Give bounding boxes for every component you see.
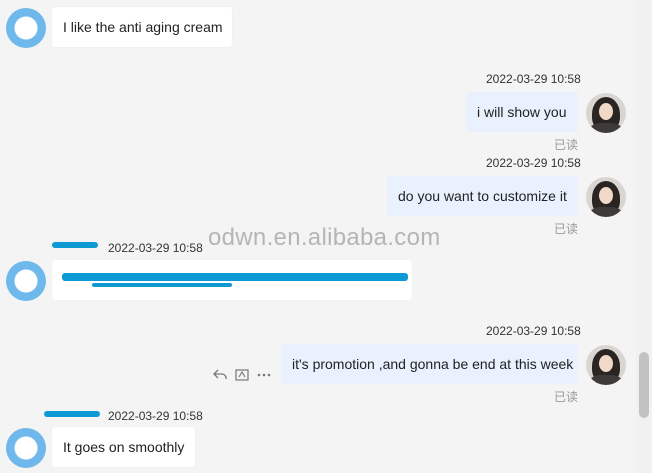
message-text: I like the anti aging cream — [63, 19, 223, 35]
user-avatar[interactable] — [586, 345, 626, 385]
watermark: odwn.en.alibaba.com — [208, 224, 441, 251]
message-text: i will show you — [477, 104, 567, 120]
scrollbar[interactable] — [636, 0, 652, 473]
message-bubble-outgoing[interactable]: i will show you — [466, 92, 578, 132]
message-timestamp: 2022-03-29 10:58 — [486, 72, 581, 86]
message-bubble-incoming[interactable]: I like the anti aging cream — [52, 7, 232, 47]
redacted-sender-name — [44, 411, 100, 417]
more-icon[interactable] — [256, 367, 272, 383]
scrollbar-thumb[interactable] — [639, 352, 649, 418]
reply-icon[interactable] — [212, 367, 228, 383]
user-avatar[interactable] — [586, 93, 626, 133]
contact-avatar[interactable] — [6, 428, 46, 468]
read-status: 已读 — [554, 138, 579, 152]
read-status: 已读 — [554, 390, 579, 404]
message-bubble-incoming[interactable]: It goes on smoothly — [52, 427, 195, 467]
message-bubble-outgoing[interactable]: do you want to customize it — [387, 176, 578, 216]
message-timestamp: 2022-03-29 10:58 — [486, 324, 581, 338]
redacted-message-text — [62, 273, 408, 281]
translate-icon[interactable] — [234, 367, 250, 383]
message-text: it's promotion ,and gonna be end at this… — [292, 356, 574, 372]
redacted-message-text — [92, 283, 232, 287]
message-timestamp: 2022-03-29 10:58 — [108, 241, 203, 255]
chat-history: I like the anti aging cream 2022-03-29 1… — [0, 0, 636, 473]
message-text: It goes on smoothly — [63, 439, 185, 455]
message-timestamp: 2022-03-29 10:58 — [486, 156, 581, 170]
contact-avatar[interactable] — [6, 261, 46, 301]
read-status: 已读 — [554, 222, 579, 236]
user-avatar[interactable] — [586, 177, 626, 217]
message-actions — [212, 367, 272, 383]
message-timestamp: 2022-03-29 10:58 — [108, 409, 203, 423]
message-text: do you want to customize it — [398, 188, 567, 204]
message-bubble-outgoing[interactable]: it's promotion ,and gonna be end at this… — [281, 344, 578, 384]
redacted-sender-name — [52, 242, 98, 248]
contact-avatar[interactable] — [6, 8, 46, 48]
